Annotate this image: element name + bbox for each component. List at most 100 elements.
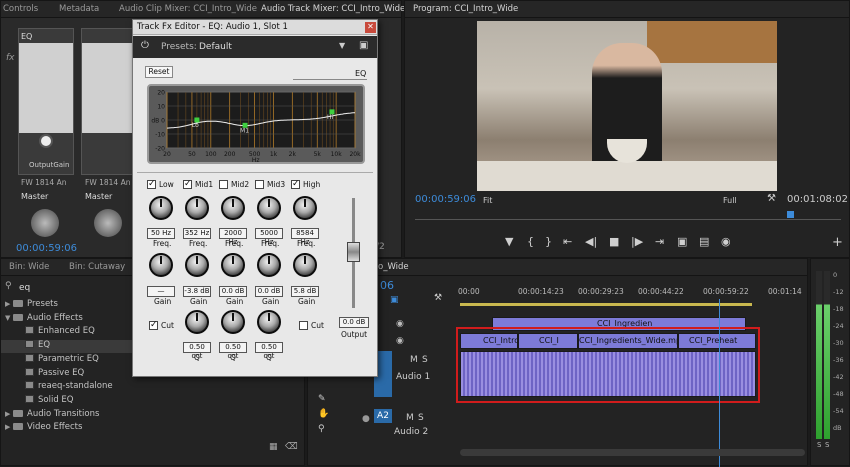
go-to-out-icon[interactable]: ⇥ bbox=[655, 235, 664, 248]
effects-item[interactable]: ▶ Video Effects bbox=[1, 422, 304, 435]
settings-wrench-icon[interactable]: ⚒ bbox=[767, 193, 776, 204]
band-enable-checkbox[interactable] bbox=[291, 179, 300, 189]
add-button-icon[interactable]: + bbox=[832, 235, 843, 250]
a2-s-button[interactable]: S bbox=[418, 413, 424, 423]
gain-value[interactable]: 5.8 dB bbox=[291, 286, 319, 297]
program-timecode[interactable]: 00:00:59:06 bbox=[415, 194, 476, 205]
freq-value[interactable]: 50 Hz bbox=[147, 228, 175, 239]
freq-knob[interactable] bbox=[149, 196, 173, 220]
timeline-timecode[interactable]: 06 bbox=[380, 279, 394, 292]
pen-tool-icon[interactable]: ✎ bbox=[318, 394, 326, 404]
preset-select[interactable]: Default bbox=[199, 42, 232, 52]
disclosure-triangle-icon[interactable]: ▶ bbox=[5, 300, 13, 308]
program-playhead[interactable] bbox=[787, 211, 794, 218]
timeline-scroll[interactable] bbox=[460, 449, 805, 456]
gain-value[interactable]: 0.0 dB bbox=[219, 286, 247, 297]
add-marker-icon[interactable]: ▼ bbox=[505, 235, 513, 248]
step-back-icon[interactable]: ◀| bbox=[585, 235, 597, 248]
pan-knob-2[interactable] bbox=[94, 209, 122, 237]
freq-value[interactable]: 352 Hz bbox=[183, 228, 211, 239]
close-icon[interactable]: ✕ bbox=[365, 22, 376, 33]
tab-audio-track-mixer[interactable]: Audio Track Mixer: CCI_Intro_Wide bbox=[261, 4, 405, 14]
mixer-timecode[interactable]: 00:00:59:06 bbox=[16, 243, 77, 254]
effects-item[interactable]: reaeq-standalone bbox=[1, 381, 304, 394]
a2-target[interactable]: A2 bbox=[374, 409, 392, 423]
v1-eye-icon[interactable]: ◉ bbox=[396, 336, 404, 346]
q-knob[interactable] bbox=[185, 310, 209, 334]
freq-value[interactable]: 2000 Hz bbox=[219, 228, 247, 246]
tab-bin-cutaway[interactable]: Bin: Cutaway bbox=[69, 262, 125, 272]
gain-knob[interactable] bbox=[221, 253, 245, 277]
reset-button[interactable]: Reset bbox=[145, 66, 173, 78]
zoom-tool-icon[interactable]: ⚲ bbox=[318, 424, 325, 434]
tab-controls[interactable]: Controls bbox=[3, 4, 38, 14]
q-knob[interactable] bbox=[257, 310, 281, 334]
band-enable-checkbox[interactable] bbox=[255, 180, 264, 189]
gain-knob[interactable] bbox=[293, 253, 317, 277]
delete-icon[interactable]: ⌫ bbox=[285, 442, 298, 452]
tab-audio-clip-mixer[interactable]: Audio Clip Mixer: CCI_Intro_Wide bbox=[119, 4, 257, 14]
output-gain-knob[interactable] bbox=[39, 134, 53, 148]
band-enable-checkbox[interactable] bbox=[147, 179, 156, 189]
q-knob[interactable] bbox=[221, 310, 245, 334]
q-value[interactable]: 0.50 oct bbox=[183, 342, 211, 360]
lock-icon[interactable]: ● bbox=[362, 414, 370, 424]
gain-knob[interactable] bbox=[185, 253, 209, 277]
gain-value[interactable]: -3.8 dB bbox=[183, 286, 211, 297]
quality-select[interactable]: Full bbox=[723, 196, 737, 205]
output2-select[interactable]: Master bbox=[85, 192, 112, 201]
preset-dropdown-icon[interactable]: ▼ bbox=[339, 41, 345, 50]
eq-graph[interactable]: 2010dB 0-10-2020 50 100 200 500 1k 2k 5k 10k 20kH… bbox=[149, 86, 363, 163]
stop-icon[interactable]: ■ bbox=[609, 235, 619, 248]
band-enable-checkbox[interactable] bbox=[219, 180, 228, 189]
freq-value[interactable]: 5000 Hz bbox=[255, 228, 283, 246]
solo-left[interactable]: S bbox=[817, 441, 821, 449]
solo-right[interactable]: S bbox=[825, 441, 829, 449]
wrench-icon[interactable]: ⚒ bbox=[434, 293, 442, 303]
a2-m-button[interactable]: M bbox=[406, 413, 414, 423]
power-icon[interactable]: ⏻ bbox=[141, 40, 149, 51]
fit-select[interactable]: Fit bbox=[483, 196, 492, 205]
freq-knob[interactable] bbox=[221, 196, 245, 220]
freq-knob[interactable] bbox=[293, 196, 317, 220]
camera-icon[interactable]: ◉ bbox=[721, 235, 731, 248]
new-folder-icon[interactable]: ▦ bbox=[269, 442, 278, 452]
mark-out-icon[interactable]: } bbox=[545, 235, 552, 248]
fx-editor-titlebar[interactable]: Track Fx Editor - EQ: Audio 1, Slot 1 ✕ bbox=[133, 20, 377, 35]
high-cut-checkbox[interactable] bbox=[299, 321, 308, 330]
save-preset-icon[interactable]: ▣ bbox=[359, 40, 368, 51]
output-fader-handle[interactable] bbox=[347, 242, 360, 262]
band-enable-checkbox[interactable] bbox=[183, 179, 192, 189]
effects-item[interactable]: ▶ Audio Transitions bbox=[1, 409, 304, 422]
freq-knob[interactable] bbox=[257, 196, 281, 220]
disclosure-triangle-icon[interactable]: ▶ bbox=[5, 423, 13, 431]
program-timebar[interactable] bbox=[415, 212, 841, 220]
freq-value[interactable]: 8584 Hz bbox=[291, 228, 319, 246]
output-value[interactable]: 0.0 dB bbox=[339, 317, 369, 328]
disclosure-triangle-icon[interactable]: ▶ bbox=[5, 410, 13, 418]
q-value[interactable]: 0.50 oct bbox=[255, 342, 283, 360]
v2-eye-icon[interactable]: ◉ bbox=[396, 319, 404, 329]
search-input[interactable]: eq bbox=[19, 283, 30, 293]
gain-value[interactable]: 0.0 dB bbox=[255, 286, 283, 297]
mark-in-icon[interactable]: { bbox=[527, 235, 534, 248]
a1-m-button[interactable]: M bbox=[410, 355, 418, 365]
effects-item[interactable]: Solid EQ bbox=[1, 394, 304, 408]
tab-metadata[interactable]: Metadata bbox=[59, 4, 99, 14]
output1-select[interactable]: Master bbox=[21, 192, 48, 201]
step-forward-icon[interactable]: |▶ bbox=[631, 235, 643, 248]
hand-tool-icon[interactable]: ✋ bbox=[318, 409, 329, 419]
fx-slot-1[interactable]: EQ bbox=[21, 32, 32, 41]
tab-bin-wide[interactable]: Bin: Wide bbox=[9, 262, 49, 272]
tab-program[interactable]: Program: CCI_Intro_Wide bbox=[413, 4, 518, 14]
work-area-bar[interactable] bbox=[460, 303, 752, 306]
tab-sequence[interactable]: o_Wide bbox=[378, 262, 409, 272]
q-value[interactable]: 0.50 oct bbox=[219, 342, 247, 360]
go-to-in-icon[interactable]: ⇤ bbox=[563, 235, 572, 248]
gain-knob[interactable] bbox=[257, 253, 281, 277]
low-cut-checkbox[interactable] bbox=[149, 320, 158, 330]
snap-icon[interactable]: ▣ bbox=[390, 295, 399, 305]
gain-knob[interactable] bbox=[149, 253, 173, 277]
gain-value[interactable]: — bbox=[147, 286, 175, 297]
extract-icon[interactable]: ▤ bbox=[699, 235, 709, 248]
